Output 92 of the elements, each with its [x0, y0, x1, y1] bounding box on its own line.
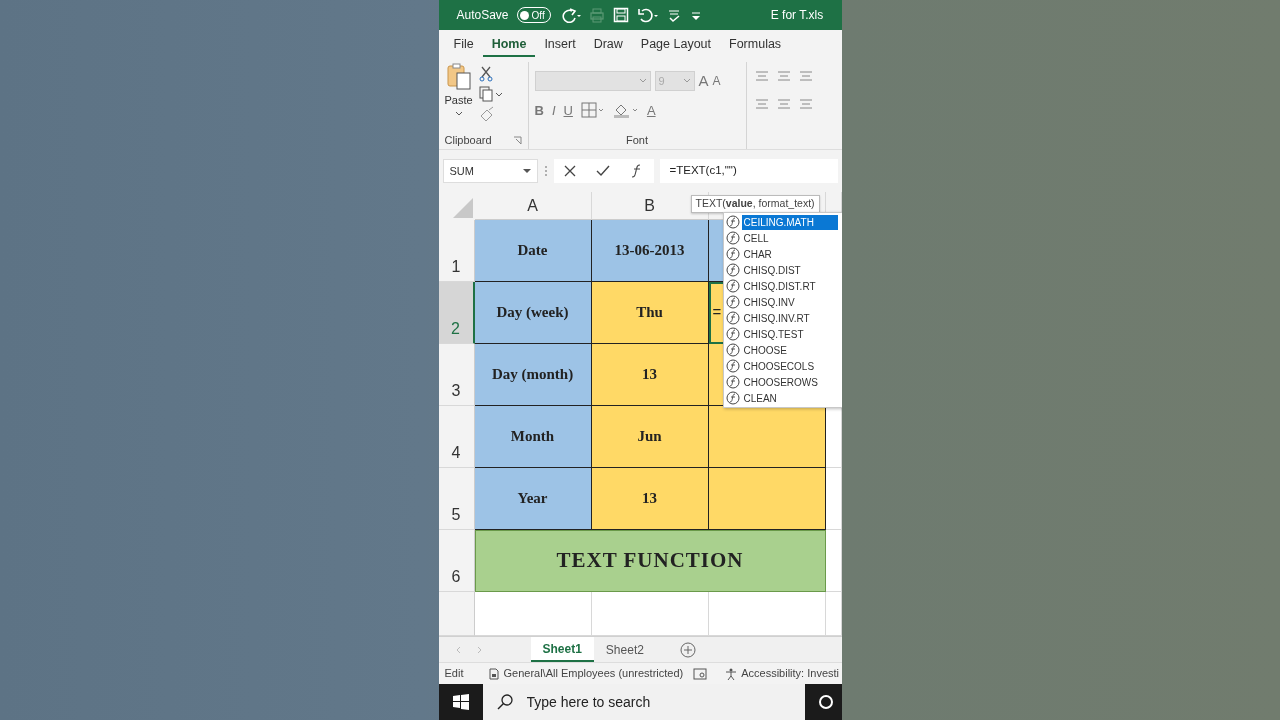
table-cell: Thu	[591, 282, 709, 344]
caret-icon	[522, 168, 531, 174]
function-icon	[725, 311, 740, 325]
function-icon	[725, 375, 740, 389]
enter-icon[interactable]	[595, 165, 610, 177]
spelling-icon[interactable]	[666, 7, 681, 23]
taskbar-search-field[interactable]: Type here to search	[482, 684, 805, 720]
row-header[interactable]: 1	[438, 220, 475, 282]
undo-icon[interactable]	[636, 7, 659, 23]
row-header[interactable]: 4	[438, 406, 475, 468]
search-icon	[496, 694, 513, 710]
row-header[interactable]	[438, 592, 475, 636]
accessibility-icon[interactable]	[725, 667, 738, 680]
clipboard-icon	[445, 62, 472, 90]
table-cell: TEXT FUNCTION	[474, 530, 826, 592]
row-header[interactable]: 5	[438, 468, 475, 530]
caret-icon	[682, 78, 691, 85]
table-cell: Jun	[591, 406, 709, 468]
ribbon-tab[interactable]: Insert	[535, 30, 585, 58]
paste-button[interactable]: Paste	[444, 62, 473, 131]
autocomplete-item[interactable]: CHOOSE	[723, 342, 842, 358]
italic-button[interactable]: I	[551, 100, 556, 120]
autocomplete-item[interactable]: CHISQ.DIST	[723, 262, 842, 278]
file-name: E for T.xls	[770, 7, 824, 24]
bold-button[interactable]: B	[534, 100, 544, 120]
autocomplete-item[interactable]: CELL	[723, 230, 842, 246]
group-label: Clipboard	[444, 132, 492, 148]
name-box[interactable]: SUM	[442, 159, 538, 183]
ribbon-tab[interactable]: File	[444, 30, 483, 58]
status-mode: Edit	[444, 666, 464, 682]
function-icon	[725, 343, 740, 357]
function-icon	[725, 279, 740, 293]
caret-icon	[638, 78, 647, 85]
function-icon	[725, 231, 740, 245]
ribbon-tab[interactable]: Draw	[584, 30, 632, 58]
accessibility-status[interactable]: Accessibility: Investi	[741, 665, 840, 682]
save-icon[interactable]	[612, 7, 629, 23]
caret-icon	[454, 110, 463, 117]
copy-icon[interactable]	[478, 86, 503, 102]
autocomplete-item[interactable]: CHAR	[723, 246, 842, 262]
cortana-icon[interactable]	[817, 694, 834, 710]
ribbon-tab[interactable]: Home	[482, 31, 536, 57]
sensitivity-label[interactable]: General\All Employees (unrestricted)	[503, 665, 684, 682]
underline-button[interactable]: U	[563, 100, 573, 120]
table-cell: Date	[474, 220, 592, 282]
function-icon	[725, 215, 740, 229]
ribbon-tab[interactable]: Formulas	[720, 30, 791, 58]
table-cell: Day (month)	[474, 344, 592, 406]
empty-cell	[825, 530, 842, 592]
table-cell: Year	[474, 468, 592, 530]
function-icon	[725, 359, 740, 373]
table-cell: Day (week)	[474, 282, 592, 344]
table-cell: 13-06-2013	[591, 220, 709, 282]
cancel-icon[interactable]	[563, 165, 576, 177]
sheet-tab[interactable]: Sheet1	[530, 637, 594, 662]
scissors-icon[interactable]	[478, 66, 493, 82]
row-header[interactable]: 6	[438, 530, 475, 592]
column-header[interactable]: A	[527, 193, 538, 218]
table-cell: Month	[474, 406, 592, 468]
column-header[interactable]: B	[644, 193, 655, 218]
windows-start-icon[interactable]	[452, 694, 469, 710]
display-settings-icon[interactable]	[693, 667, 708, 680]
document-icon[interactable]	[489, 667, 500, 680]
function-tooltip: TEXT(value, format_text)	[690, 195, 820, 213]
select-all-icon[interactable]	[438, 192, 475, 220]
sheet-tab[interactable]: Sheet2	[593, 637, 656, 662]
function-icon	[725, 247, 740, 261]
table-cell: 13	[591, 468, 709, 530]
add-sheet-icon[interactable]	[679, 641, 696, 658]
autocomplete-item[interactable]: CHOOSEROWS	[723, 374, 842, 390]
function-icon	[725, 391, 740, 405]
row-header[interactable]: 2	[438, 282, 475, 344]
format-painter-icon[interactable]	[478, 106, 495, 122]
launcher-icon[interactable]	[512, 135, 522, 145]
grow-font-button[interactable]: A	[698, 70, 709, 93]
shrink-font-button[interactable]: A	[712, 72, 721, 91]
fill-color-icon[interactable]	[612, 102, 639, 119]
function-icon	[725, 263, 740, 277]
table-cell: 13	[591, 344, 709, 406]
font-color-button[interactable]: A	[646, 100, 656, 120]
group-label: Font	[626, 132, 648, 148]
empty-cell	[825, 468, 842, 530]
autosave-label: AutoSave	[456, 7, 509, 24]
function-icon	[725, 295, 740, 309]
autocomplete-item[interactable]: CLEAN	[723, 390, 842, 406]
row-header[interactable]: 3	[438, 344, 475, 406]
borders-icon[interactable]	[580, 102, 605, 119]
formula-field[interactable]: =TEXT(c1,"")	[659, 159, 838, 183]
autocomplete-item[interactable]: CHOOSECOLS	[723, 358, 842, 374]
ribbon-tab[interactable]: Page Layout	[631, 30, 721, 58]
function-icon	[725, 327, 740, 341]
grip-icon	[543, 165, 548, 177]
